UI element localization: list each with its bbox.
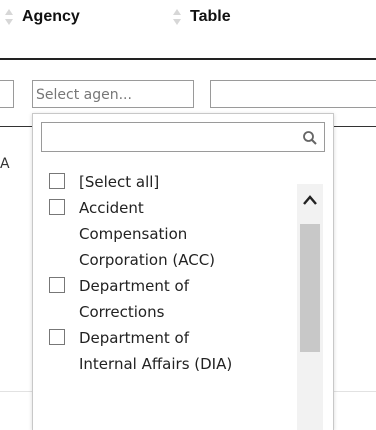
sort-icon[interactable] [172,8,182,26]
option-label: Accident [79,199,144,217]
option-label: Department of [79,329,189,347]
table-filter-input[interactable] [210,80,376,108]
search-icon [302,130,318,151]
dropdown-scrollbar[interactable] [297,184,323,430]
agency-filter-input[interactable]: Select agen... [32,80,194,108]
column-header-table[interactable]: Table [172,8,231,26]
option-dia[interactable]: Department of Internal Affairs (DIA) [45,325,295,377]
option-label: Internal Affairs (DIA) [79,355,233,373]
option-select-all[interactable]: [Select all] [45,169,295,195]
agency-option-list: [Select all] Accident Compensation Corpo… [45,169,295,377]
scrollbar-thumb[interactable] [300,224,320,352]
chevron-up-icon[interactable] [303,192,317,210]
agency-dropdown: [Select all] Accident Compensation Corpo… [32,113,334,430]
checkbox[interactable] [49,277,65,293]
sort-icon[interactable] [4,8,14,26]
option-label: Corrections [79,303,165,321]
column-label: Agency [22,8,80,25]
option-label: Compensation [79,225,188,243]
option-label: Corporation (ACC) [79,251,216,269]
column-label: Table [190,8,231,25]
option-label: [Select all] [79,173,160,191]
checkbox[interactable] [49,329,65,345]
table-header: Agency Table [0,0,376,60]
column-header-agency[interactable]: Agency [4,8,80,26]
checkbox[interactable] [49,173,65,189]
agency-filter-placeholder: Select agen... [36,87,132,103]
option-label: Department of [79,277,189,295]
row-cell-fragment: A [0,156,10,172]
checkbox[interactable] [49,199,65,215]
option-acc[interactable]: Accident Compensation Corporation (ACC) [45,195,295,273]
option-corrections[interactable]: Department of Corrections [45,273,295,325]
filter-input-previous[interactable] [0,80,14,108]
dropdown-search-input[interactable] [41,122,325,152]
